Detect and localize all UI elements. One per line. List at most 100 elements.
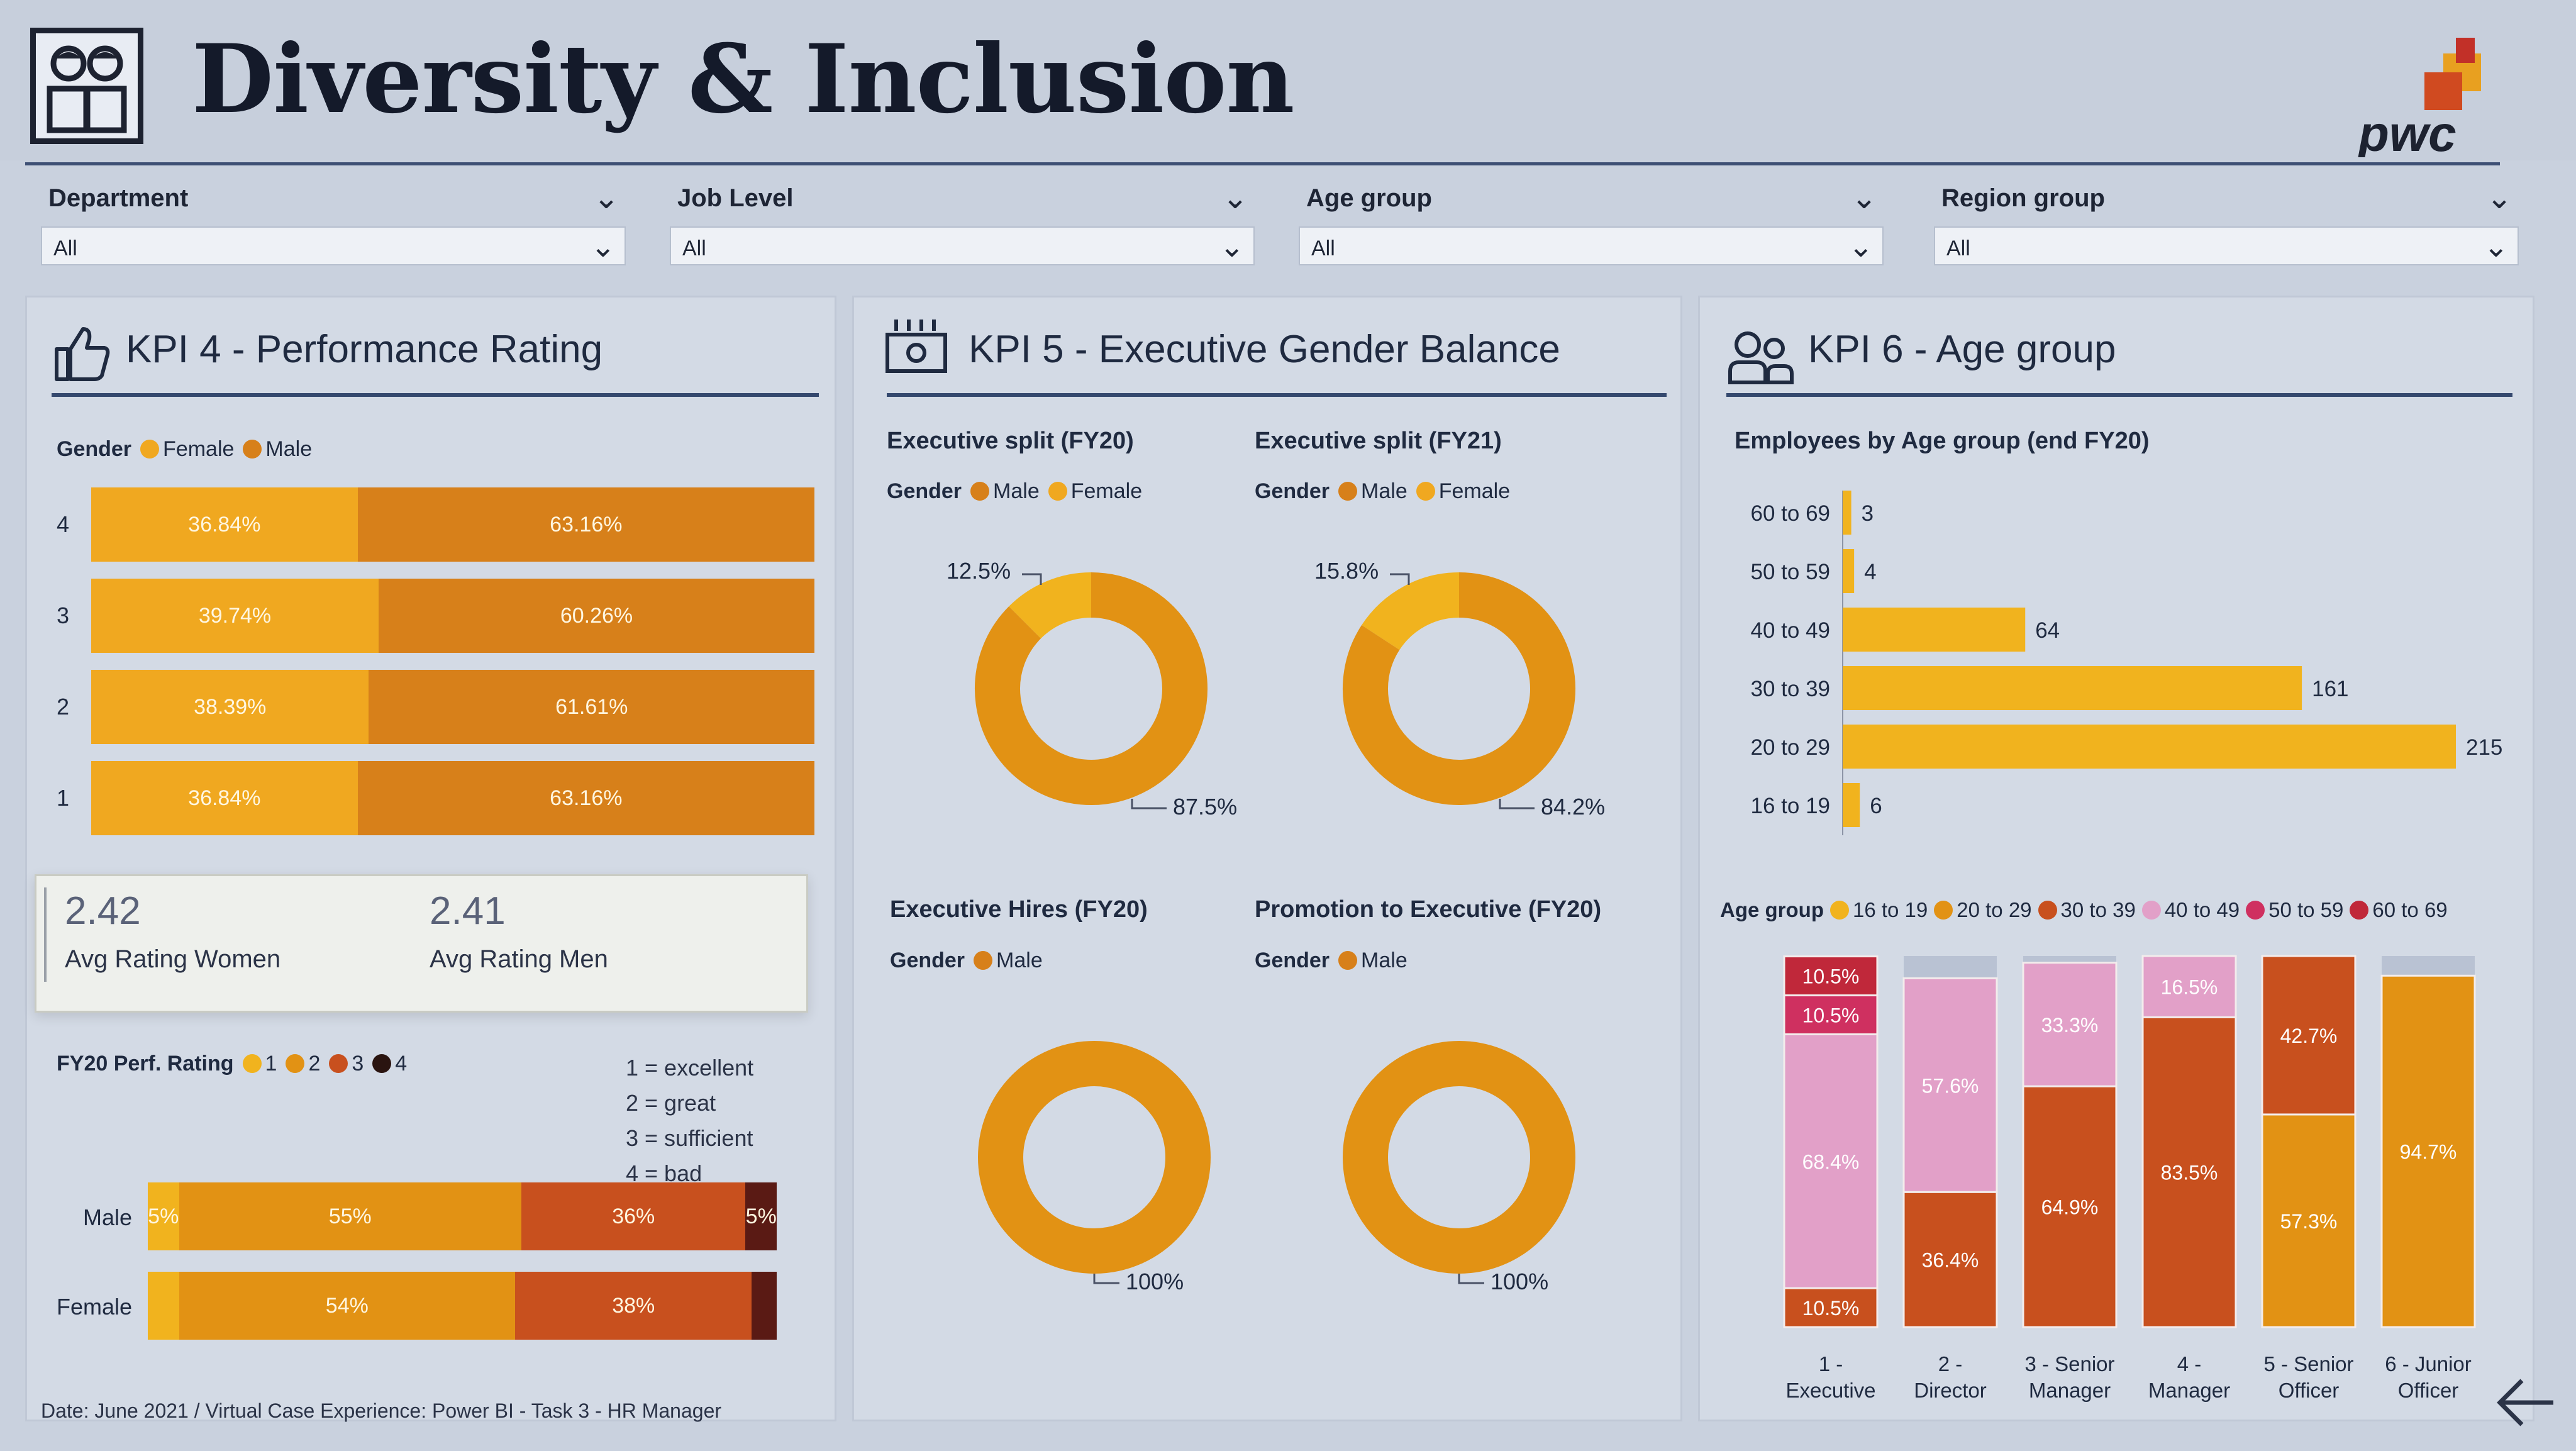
bar-segment-rating-2[interactable]: 55% <box>179 1182 522 1250</box>
x-tick-label: Manager <box>2029 1379 2111 1402</box>
legend-item: 3 <box>352 1052 364 1076</box>
x-tick-label: Manager <box>2148 1379 2230 1402</box>
rating-key-line: 1 = excellent <box>626 1055 754 1081</box>
dropdown-value: All <box>1311 236 1335 260</box>
legend-title: Gender <box>57 437 132 461</box>
chevron-down-icon[interactable]: ⌄ <box>1851 179 1877 216</box>
kpi5-rule <box>887 393 1667 397</box>
bar-segment-male[interactable]: 60.26% <box>379 579 814 653</box>
legend-dot-3 <box>329 1054 348 1073</box>
avg-rating-card: 2.42 Avg Rating Women 2.41 Avg Rating Me… <box>35 874 808 1013</box>
bar <box>1843 783 1860 827</box>
chevron-down-icon[interactable]: ⌄ <box>2486 179 2512 216</box>
perf-rating-legend: FY20 Perf. Rating 1 2 3 4 <box>57 1052 407 1076</box>
filter-label: Department <box>48 184 189 212</box>
age-by-level-stacked-chart: 10.5% 68.4% 10.5% 10.5% 1 - Executive 36.4% 57… <box>1783 955 2476 1402</box>
donut-slice-male <box>978 1041 1211 1274</box>
data-label: 161 <box>2312 677 2348 701</box>
legend-dot-female <box>1048 482 1067 501</box>
performance-gender-chart: 4 36.84% 63.16% 3 39.74% 60.26% 2 38.39% 61.61% 1… <box>57 487 821 846</box>
filter-department[interactable]: Department ⌄ All ⌄ <box>41 179 626 274</box>
rating-key-line: 2 = great <box>626 1090 716 1116</box>
department-dropdown[interactable]: All ⌄ <box>41 226 626 265</box>
legend-dot <box>1934 901 1953 920</box>
legend-title: Gender <box>887 479 962 503</box>
donut-label: 100% <box>1491 1269 1548 1294</box>
bar-segment-rating-3[interactable]: 36% <box>521 1182 746 1250</box>
region-group-dropdown[interactable]: All ⌄ <box>1934 226 2519 265</box>
data-label: 36.4% <box>1922 1249 1979 1272</box>
data-label: 83.5% <box>2161 1162 2218 1184</box>
kpi5-title: KPI 5 - Executive Gender Balance <box>969 328 1560 371</box>
dropdown-value: All <box>682 236 706 260</box>
data-label: 57.6% <box>1922 1074 1979 1097</box>
data-label: 5% <box>745 1204 777 1228</box>
donut-chart: 100% <box>1343 1041 1575 1294</box>
legend-dot-female <box>1416 482 1435 501</box>
rating-key: 1 = excellent 2 = great 3 = sufficient 4… <box>626 1050 753 1191</box>
fy21-legend: Gender Male Female <box>1255 479 1510 504</box>
bar-segment-rating-1[interactable]: 5% <box>148 1182 179 1250</box>
data-label: 10.5% <box>1802 1004 1860 1027</box>
bar-segment-male[interactable]: 63.16% <box>357 761 814 835</box>
back-arrow-icon[interactable] <box>2490 1368 2560 1440</box>
bar-segment-female[interactable]: 38.39% <box>91 670 369 744</box>
legend-dot-male <box>1338 482 1358 501</box>
data-label: 6 <box>1870 794 1882 818</box>
y-tick-label: 40 to 49 <box>1751 618 1831 643</box>
data-label: 63.16% <box>550 786 623 810</box>
legend-item: 50 to 59 <box>2268 898 2344 921</box>
bar-segment-female[interactable]: 39.74% <box>91 579 379 653</box>
data-label: 36.84% <box>188 786 261 810</box>
filter-job-level[interactable]: Job Level ⌄ All ⌄ <box>670 179 1255 274</box>
thumbs-up-icon <box>52 324 111 387</box>
data-label: 4 <box>1864 560 1876 584</box>
pwc-logo: pwc <box>2355 38 2500 162</box>
data-label: 10.5% <box>1802 1297 1860 1320</box>
data-label: 61.61% <box>555 695 628 719</box>
data-label: 55% <box>328 1204 372 1228</box>
filter-region-group[interactable]: Region group ⌄ All ⌄ <box>1934 179 2519 274</box>
bar-segment-rating-1[interactable] <box>148 1272 179 1340</box>
donut-slice-male <box>1343 1041 1575 1274</box>
chevron-down-icon[interactable]: ⌄ <box>593 179 619 216</box>
bar-segment-male[interactable]: 63.16% <box>357 487 814 562</box>
legend-dot-female <box>140 440 160 459</box>
donut-label: 100% <box>1126 1269 1184 1294</box>
x-tick-label: 3 - Senior <box>2024 1352 2114 1376</box>
chevron-down-icon[interactable]: ⌄ <box>1848 229 1874 264</box>
data-label: 60.26% <box>560 604 633 628</box>
bar-segment-female[interactable]: 36.84% <box>91 761 358 835</box>
legend-item: 2 <box>308 1052 321 1076</box>
card-accent <box>44 887 47 982</box>
age-chart-title: Employees by Age group (end FY20) <box>1735 428 2150 454</box>
age-group-dropdown[interactable]: All ⌄ <box>1299 226 1884 265</box>
bar-segment-rating-4[interactable] <box>752 1272 777 1340</box>
bar-segment-female[interactable]: 36.84% <box>91 487 358 562</box>
chevron-down-icon[interactable]: ⌄ <box>1222 179 1248 216</box>
avg-rating-men-label: Avg Rating Men <box>430 945 608 973</box>
bar-segment-rating-3[interactable]: 38% <box>515 1272 752 1340</box>
legend-dot <box>2246 901 2265 920</box>
filter-label: Job Level <box>677 184 794 212</box>
kpi6-rule <box>1726 393 2512 397</box>
donut-label: 87.5% <box>1173 794 1237 820</box>
kpi4-rule <box>52 393 819 397</box>
data-label: 16.5% <box>2161 976 2218 999</box>
legend-title: Gender <box>1255 479 1330 503</box>
filter-age-group[interactable]: Age group ⌄ All ⌄ <box>1299 179 1884 274</box>
chevron-down-icon[interactable]: ⌄ <box>2484 229 2509 264</box>
bar <box>1843 491 1852 535</box>
bar-segment-rating-4[interactable]: 5% <box>745 1182 777 1250</box>
bar-segment-male[interactable]: 61.61% <box>369 670 814 744</box>
job-level-dropdown[interactable]: All ⌄ <box>670 226 1255 265</box>
data-label: 33.3% <box>2041 1014 2099 1037</box>
legend-item: 1 <box>265 1052 277 1076</box>
chevron-down-icon[interactable]: ⌄ <box>1219 229 1245 264</box>
legend-dot-male <box>243 440 262 459</box>
bar-segment-rating-2[interactable]: 54% <box>179 1272 516 1340</box>
chevron-down-icon[interactable]: ⌄ <box>591 229 616 264</box>
data-label: 54% <box>325 1294 369 1318</box>
perf-rating-chart: Male 5% 55% 36% 5% Female 54% 38% <box>57 1182 780 1352</box>
leader-line <box>1131 799 1167 809</box>
